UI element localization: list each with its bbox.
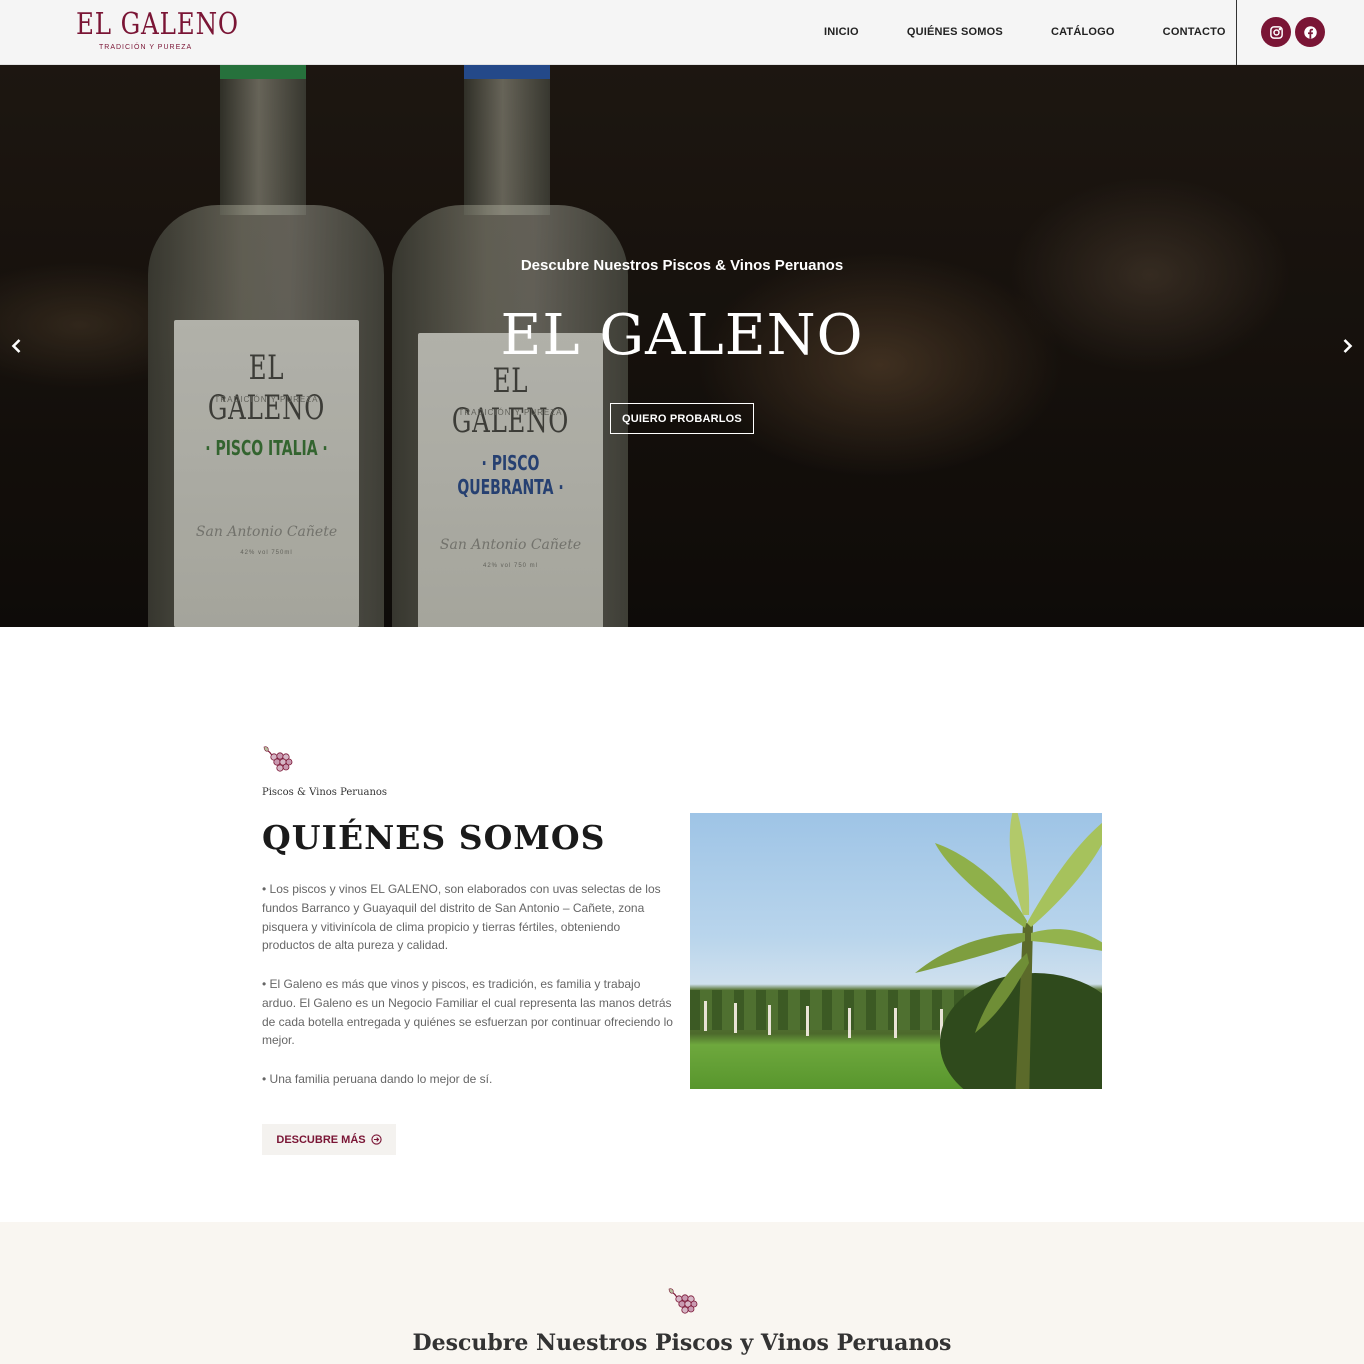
about-title: QUIÉNES SOMOS	[262, 818, 606, 857]
banana-plant	[915, 813, 1102, 1089]
grape-icon	[263, 746, 293, 772]
descubre-mas-label: DESCUBRE MÁS	[276, 1133, 366, 1146]
quiero-probarlos-button[interactable]: QUIERO PROBARLOS	[610, 403, 754, 434]
about-paragraph: • El Galeno es más que vinos y piscos, e…	[262, 977, 673, 1048]
brand-tagline: TRADICIÓN Y PUREZA	[99, 44, 193, 51]
descubre-mas-button[interactable]: DESCUBRE MÁS	[262, 1124, 396, 1155]
about-eyebrow: Piscos & Vinos Peruanos	[262, 787, 388, 798]
hero-subtitle: Descubre Nuestros Piscos & Vinos Peruano…	[520, 257, 844, 274]
chevron-right-icon	[1343, 339, 1353, 353]
nav-item-catalogo[interactable]: CATÁLOGO	[1027, 26, 1139, 38]
facebook-link[interactable]	[1295, 17, 1325, 47]
about-paragraph: • Una familia peruana dando lo mejor de …	[262, 1072, 493, 1086]
hero-slider: EL GALENO TRADICIÓN Y PUREZA · PISCO ITA…	[0, 65, 1364, 627]
brand-logo[interactable]: EL GALENO TRADICIÓN Y PUREZA	[76, 7, 239, 58]
nav-item-inicio[interactable]: INICIO	[800, 26, 883, 38]
vineyard-photo	[690, 813, 1102, 1089]
site-header: EL GALENO TRADICIÓN Y PUREZA INICIO QUIÉ…	[0, 0, 1364, 65]
nav-item-quienes-somos[interactable]: QUIÉNES SOMOS	[883, 26, 1027, 38]
instagram-icon	[1269, 25, 1283, 39]
slider-next-button[interactable]	[1332, 331, 1362, 361]
grape-icon	[668, 1288, 698, 1314]
instagram-link[interactable]	[1261, 17, 1291, 47]
header-divider	[1236, 0, 1237, 65]
arrow-circle-right-icon	[370, 1134, 382, 1145]
slider-prev-button[interactable]	[2, 331, 32, 361]
hero-title: EL GALENO	[500, 303, 864, 368]
catalog-title: Descubre Nuestros Piscos y Vinos Peruano…	[412, 1330, 952, 1356]
facebook-icon	[1303, 25, 1317, 39]
chevron-left-icon	[11, 339, 21, 353]
main-nav: INICIO QUIÉNES SOMOS CATÁLOGO CONTACTO	[800, 0, 1250, 64]
nav-item-contacto[interactable]: CONTACTO	[1139, 26, 1250, 38]
brand-logo-wordmark: EL GALENO	[76, 7, 239, 42]
about-paragraph: • Los piscos y vinos EL GALENO, son elab…	[262, 882, 661, 953]
